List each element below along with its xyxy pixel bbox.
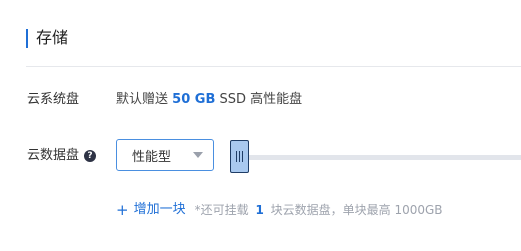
disk-type-value: 性能型 bbox=[132, 149, 172, 165]
system-disk-prefix: 默认赠送 bbox=[116, 92, 169, 107]
help-icon[interactable]: ? bbox=[84, 150, 97, 162]
hint-count: 1 bbox=[255, 203, 264, 217]
section-accent-bar bbox=[26, 28, 28, 48]
system-disk-size: 50 GB bbox=[172, 92, 216, 107]
chevron-down-icon bbox=[193, 152, 203, 158]
data-disk-label: 云数据盘 bbox=[27, 148, 80, 163]
data-disk-row-label: 云数据盘 ? bbox=[27, 147, 97, 165]
grip-icon bbox=[236, 151, 243, 162]
system-disk-row-label: 云系统盘 bbox=[27, 91, 79, 109]
disk-size-slider-track[interactable] bbox=[240, 155, 521, 160]
add-disk-button[interactable]: + 增加一块 bbox=[116, 201, 186, 219]
disk-type-select[interactable]: 性能型 bbox=[116, 139, 214, 171]
disk-size-slider-handle[interactable] bbox=[230, 140, 249, 173]
hint-after: 块云数据盘，单块最高 1000GB bbox=[270, 203, 443, 217]
section-title: 存储 bbox=[36, 28, 69, 47]
hint-before: *还可挂载 bbox=[194, 203, 249, 217]
section-header: 存储 bbox=[26, 26, 68, 50]
system-disk-label: 云系统盘 bbox=[27, 92, 80, 107]
add-disk-row: + 增加一块 *还可挂载 1 块云数据盘，单块最高 1000GB bbox=[116, 201, 443, 219]
system-disk-suffix: SSD 高性能盘 bbox=[219, 92, 303, 107]
add-disk-label: 增加一块 bbox=[133, 202, 186, 217]
section-divider bbox=[26, 66, 521, 67]
plus-icon: + bbox=[116, 201, 129, 219]
add-disk-hint: *还可挂载 1 块云数据盘，单块最高 1000GB bbox=[195, 201, 443, 219]
system-disk-info: 默认赠送 50 GB SSD 高性能盘 bbox=[116, 91, 302, 109]
